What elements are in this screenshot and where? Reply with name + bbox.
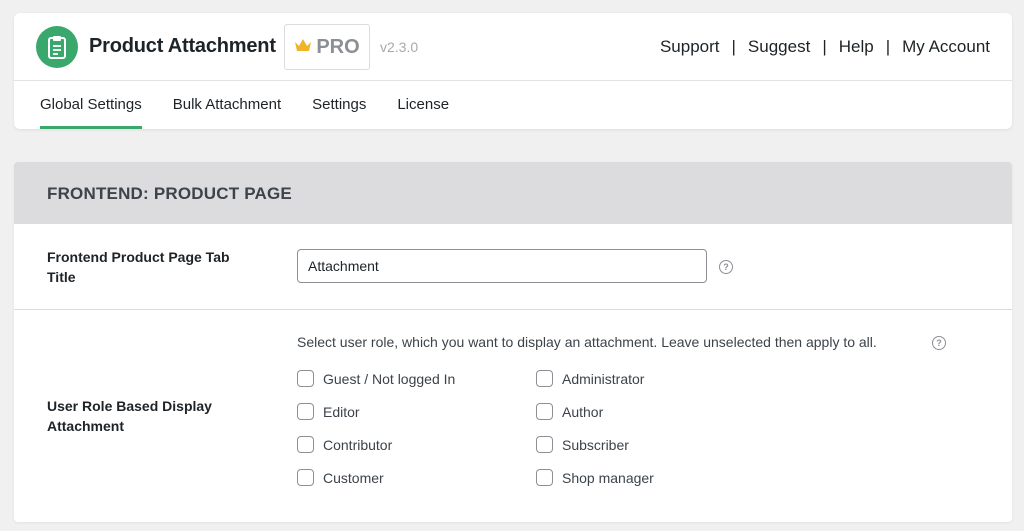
- checkbox[interactable]: [536, 469, 553, 486]
- version-label: v2.3.0: [380, 39, 419, 55]
- help-link[interactable]: Help: [839, 37, 874, 57]
- section-title: FRONTEND: PRODUCT PAGE: [47, 184, 292, 203]
- brand-row: Product Attachment PRO v2.3.0 Support | …: [14, 13, 1012, 81]
- tab-title-input[interactable]: [297, 249, 707, 283]
- clipboard-logo-icon: [36, 26, 78, 68]
- link-separator: |: [885, 37, 891, 56]
- role-checkbox-author[interactable]: Author: [536, 403, 603, 420]
- role-label: Subscriber: [562, 436, 629, 453]
- crown-icon: [294, 38, 312, 57]
- link-separator: |: [731, 37, 736, 56]
- role-checkbox-shop-manager[interactable]: Shop manager: [536, 469, 654, 486]
- role-checkbox-guest[interactable]: Guest / Not logged In: [297, 370, 455, 387]
- support-link[interactable]: Support: [660, 37, 720, 57]
- tab-global-settings[interactable]: Global Settings: [40, 82, 142, 129]
- app-title: Product Attachment: [89, 35, 276, 57]
- help-icon[interactable]: ?: [932, 336, 946, 350]
- role-label: Administrator: [562, 370, 645, 387]
- my-account-link[interactable]: My Account: [902, 37, 990, 57]
- role-label: Shop manager: [562, 469, 654, 486]
- frontend-settings-panel: FRONTEND: PRODUCT PAGE Frontend Product …: [14, 162, 1012, 522]
- plugin-header: Product Attachment PRO v2.3.0 Support | …: [14, 13, 1012, 129]
- role-checkbox-subscriber[interactable]: Subscriber: [536, 436, 629, 453]
- settings-tabs: Global Settings Bulk Attachment Settings…: [14, 82, 1012, 129]
- tab-license[interactable]: License: [397, 82, 449, 129]
- user-role-description: Select user role, which you want to disp…: [297, 334, 877, 350]
- section-header: FRONTEND: PRODUCT PAGE: [14, 162, 1012, 224]
- tab-title-label: Frontend Product Page Tab Title: [47, 249, 230, 285]
- role-checkbox-customer[interactable]: Customer: [297, 469, 384, 486]
- role-label: Guest / Not logged In: [323, 370, 456, 387]
- help-icon[interactable]: ?: [719, 260, 733, 274]
- checkbox[interactable]: [297, 370, 314, 387]
- user-role-row: User Role Based Display Attachment Selec…: [14, 310, 1012, 522]
- role-label: Editor: [323, 403, 360, 420]
- checkbox[interactable]: [536, 370, 553, 387]
- tab-title-row: Frontend Product Page Tab Title ?: [14, 224, 1012, 310]
- checkbox[interactable]: [297, 469, 314, 486]
- tab-settings[interactable]: Settings: [312, 82, 366, 129]
- role-label: Contributor: [323, 436, 393, 453]
- link-separator: |: [822, 37, 827, 56]
- role-checkbox-contributor[interactable]: Contributor: [297, 436, 392, 453]
- role-checkbox-editor[interactable]: Editor: [297, 403, 360, 420]
- suggest-link[interactable]: Suggest: [748, 37, 810, 57]
- checkbox[interactable]: [297, 403, 314, 420]
- checkbox[interactable]: [297, 436, 314, 453]
- top-links: Support | Suggest | Help | My Account: [660, 37, 990, 57]
- checkbox[interactable]: [536, 436, 553, 453]
- role-checkbox-administrator[interactable]: Administrator: [536, 370, 644, 387]
- user-role-label: User Role Based Display Attachment: [47, 398, 212, 434]
- tab-bulk-attachment[interactable]: Bulk Attachment: [173, 82, 281, 129]
- pro-label: PRO: [316, 35, 360, 58]
- role-label: Author: [562, 403, 604, 420]
- role-label: Customer: [323, 469, 384, 486]
- checkbox[interactable]: [536, 403, 553, 420]
- pro-badge[interactable]: PRO: [284, 24, 370, 70]
